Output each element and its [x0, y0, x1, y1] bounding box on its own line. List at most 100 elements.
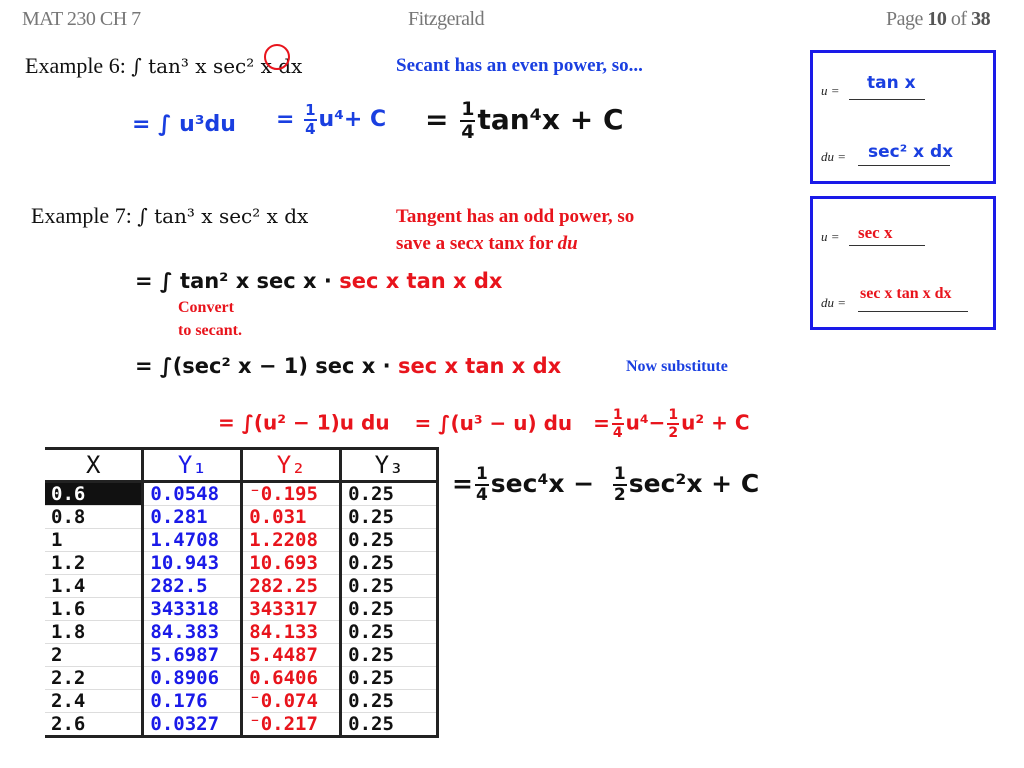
expression-part-a: = ∫(u² − 1)u du [218, 410, 390, 435]
table-edge [436, 643, 440, 667]
expression: sec⁴x − [490, 469, 595, 498]
table-edge [436, 620, 440, 644]
x-cell: 1.6 [45, 597, 143, 621]
table-row: 0.6 0.0548 ⁻0.195 0.25 [45, 481, 440, 506]
du-value: sec x tan x dx [860, 285, 952, 302]
expression: u² + C [681, 410, 750, 435]
example7-substitution-box: u = sec x du = sec x tan x dx [810, 196, 996, 330]
table-row: 0.8 0.281 0.031 0.25 [45, 505, 440, 529]
denominator: 4 [305, 120, 316, 138]
denominator: 4 [475, 485, 488, 505]
expression: u⁴+ C [318, 107, 387, 132]
y1-cell: 0.0327 [141, 712, 242, 738]
x-cell: 1.4 [45, 574, 143, 598]
fraction: 12 [612, 464, 627, 504]
numerator: 1 [304, 101, 317, 121]
example6-step2: = 1 4 u⁴+ C [276, 103, 386, 137]
author-name: Fitzgerald [408, 8, 485, 30]
y3-cell: 0.25 [339, 620, 438, 644]
example6-heading: Example 6: ∫ tan³ x sec² x dx [25, 53, 302, 79]
du-blank-line [858, 311, 968, 312]
u-value: sec x [858, 223, 893, 242]
table-row: 2.2 0.8906 0.6406 0.25 [45, 666, 440, 690]
note-var: x [474, 233, 484, 254]
y3-cell: 0.25 [339, 597, 438, 621]
denominator: 2 [668, 425, 679, 441]
fraction: 14 [304, 101, 317, 138]
numerator: 1 [611, 407, 624, 425]
y1-cell: 282.5 [141, 574, 242, 598]
page-current: 10 [927, 8, 947, 30]
page-total: 38 [971, 8, 991, 30]
du-blank-line [858, 165, 950, 166]
u-blank-line [849, 245, 925, 246]
y3-cell: 0.25 [339, 666, 438, 690]
column-header-y2: Y₂ [240, 447, 341, 483]
y3-cell: 0.25 [339, 689, 438, 713]
x-cell: 0.8 [45, 505, 143, 529]
y3-cell: 0.25 [339, 643, 438, 667]
note-var: du [557, 233, 578, 254]
convert-note: Convert to secant. [178, 296, 242, 342]
y3-cell: 0.25 [339, 528, 438, 552]
example7-heading: Example 7: ∫ tan³ x sec² x dx [31, 203, 308, 229]
du-value: sec² x dx [868, 142, 954, 162]
y1-cell: 0.281 [141, 505, 242, 529]
fraction: 14 [474, 466, 489, 505]
note-text: for [524, 233, 558, 254]
note-line-2: save a secx tanx for du [396, 230, 634, 257]
page-of: of [950, 8, 967, 30]
note-text: tan [483, 233, 515, 254]
denominator: 4 [612, 425, 623, 441]
page-indicator: Page 10 of 38 [886, 8, 991, 31]
y2-cell: ⁻0.195 [240, 481, 341, 506]
table-edge [436, 574, 440, 598]
expression-black: = ∫ tan² x sec x · [135, 269, 332, 293]
expression-red: sec x tan x dx [339, 269, 503, 293]
y2-cell: 0.6406 [240, 666, 341, 690]
x-cell: 2 [45, 643, 143, 667]
table-row: 2.4 0.176 ⁻0.074 0.25 [45, 689, 440, 713]
u-label: u = [821, 229, 840, 244]
du-label: du = [821, 149, 847, 164]
x-cell: 2.6 [45, 712, 143, 738]
table-edge [436, 666, 440, 690]
table-edge [436, 447, 439, 483]
table-edge [436, 528, 440, 552]
y1-cell: 1.4708 [141, 528, 242, 552]
y1-cell: 0.176 [141, 689, 242, 713]
column-header-y3: Y₃ [339, 447, 438, 483]
y2-cell: 84.133 [240, 620, 341, 644]
example7-integrand: ∫ tan³ x sec² x dx [137, 204, 309, 228]
y2-cell: 10.693 [240, 551, 341, 575]
example7-step3: = ∫(u² − 1)u du = ∫(u³ − u) du = 1 4 u⁴− 1 2 u… [218, 408, 750, 440]
denominator: 4 [461, 121, 475, 143]
substitute-note: Now substitute [626, 358, 728, 375]
highlight-circle [264, 44, 290, 70]
page-prefix: Page [886, 8, 923, 30]
y3-cell: 0.25 [339, 574, 438, 598]
table-edge [436, 597, 440, 621]
y1-cell: 5.6987 [141, 643, 242, 667]
x-cell: 1.8 [45, 620, 143, 644]
example7-step2: = ∫(sec² x − 1) sec x · sec x tan x dx [135, 354, 561, 378]
table-row: 1.2 10.943 10.693 0.25 [45, 551, 440, 575]
y1-cell: 84.383 [141, 620, 242, 644]
y1-cell: 0.0548 [141, 481, 242, 506]
column-header-x: X [45, 447, 143, 483]
numerator: 1 [667, 407, 680, 425]
equals-sign: = [593, 410, 610, 435]
example7-note: Tangent has an odd power, so save a secx… [396, 203, 634, 257]
y2-cell: 0.031 [240, 505, 341, 529]
y1-cell: 343318 [141, 597, 242, 621]
table-row: 2.6 0.0327 ⁻0.217 0.25 [45, 712, 440, 738]
table-edge [436, 551, 440, 575]
example6-result: = 1 4 tan⁴x + C [425, 100, 624, 142]
example7-label: Example 7: [31, 203, 132, 228]
expression: u⁴− [625, 410, 666, 435]
table-edge [436, 689, 440, 713]
x-cell: 1.2 [45, 551, 143, 575]
numerator: 1 [612, 464, 627, 486]
convert-note-line-2: to secant. [178, 322, 242, 339]
equals-sign: = [425, 103, 449, 136]
